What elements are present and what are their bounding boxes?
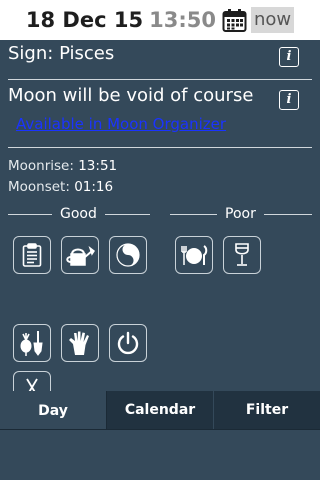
power-icon[interactable] [109,324,147,362]
moonset-value: 01:16 [74,179,114,195]
yin-yang-icon[interactable] [109,236,147,274]
moonset-row: Moonset: 01:16 [8,179,113,195]
poor-label: Poor [225,206,256,222]
wine-glass-icon[interactable] [223,236,261,274]
calendar-icon[interactable] [222,8,247,33]
bottom-tab-bar: Day Calendar Filter [0,391,320,430]
divider [263,213,312,215]
date-display[interactable]: 18 Dec 15 [26,8,143,32]
time-display[interactable]: 13:50 [149,8,216,32]
radish-shovel-icon[interactable] [13,324,51,362]
moon-void-info-icon[interactable]: i [279,90,299,110]
date-time-bar: 18 Dec 15 13:50 now [0,0,320,40]
hand-icon[interactable] [61,324,99,362]
moonrise-label: Moonrise: [8,158,74,174]
divider [8,213,52,215]
divider [170,213,217,215]
sign-row: Sign: Pisces [8,43,114,64]
moonrise-value: 13:51 [78,158,118,174]
moon-organizer-link[interactable]: Available in Moon Organizer [16,115,226,133]
watering-can-icon[interactable] [61,236,99,274]
clipboard-icon[interactable] [13,236,51,274]
good-section-header: Good [8,206,150,222]
plate-cutlery-icon[interactable] [175,236,213,274]
good-label: Good [60,206,97,222]
moonset-label: Moonset: [8,179,70,195]
poor-section-header: Poor [170,206,312,222]
tab-day[interactable]: Day [0,391,106,429]
now-button[interactable]: now [250,7,295,33]
divider [8,79,312,80]
moon-void-text: Moon will be void of course [8,85,254,106]
divider [104,213,150,215]
moonrise-row: Moonrise: 13:51 [8,158,117,174]
sign-info-icon[interactable]: i [279,47,299,67]
sign-label: Sign: [8,43,54,64]
sign-value: Pisces [59,43,115,64]
divider [8,147,312,148]
tab-calendar[interactable]: Calendar [106,391,213,429]
tab-filter[interactable]: Filter [213,391,320,429]
